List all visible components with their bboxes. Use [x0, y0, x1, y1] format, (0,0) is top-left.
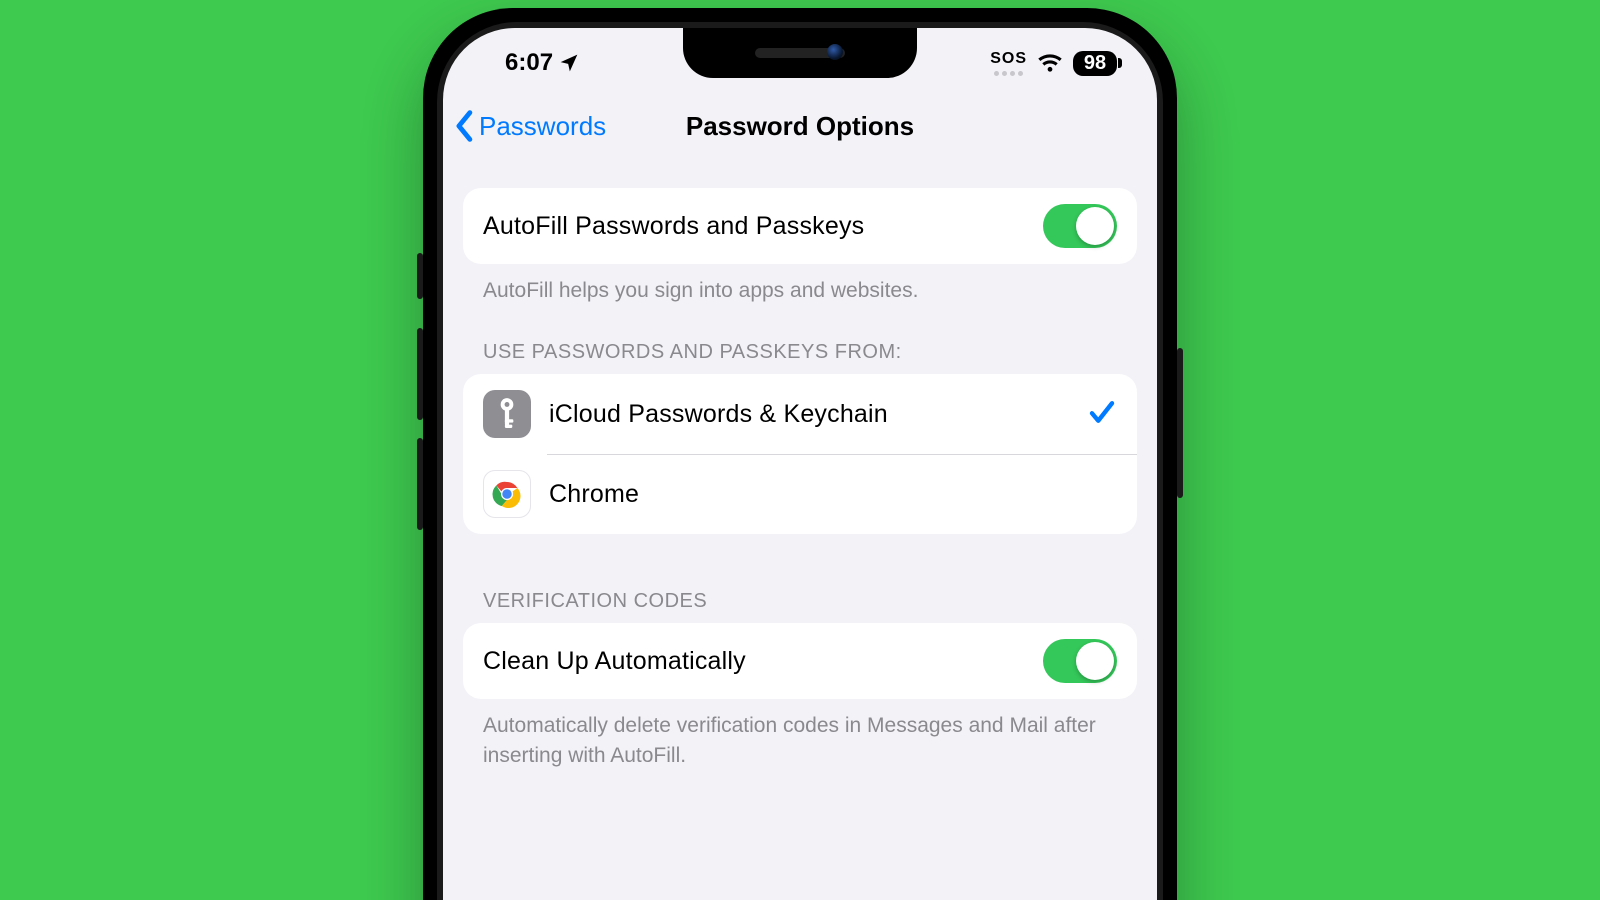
- provider-chrome-row[interactable]: Chrome: [463, 454, 1137, 534]
- verification-group: Clean Up Automatically: [463, 623, 1137, 699]
- autofill-footer: AutoFill helps you sign into apps and we…: [463, 264, 1137, 305]
- silence-switch: [417, 253, 423, 299]
- cleanup-toggle[interactable]: [1043, 639, 1117, 683]
- autofill-group: AutoFill Passwords and Passkeys: [463, 188, 1137, 264]
- provider-chrome-label: Chrome: [549, 480, 1117, 509]
- providers-group: iCloud Passwords & Keychain: [463, 374, 1137, 534]
- check-icon: [1087, 397, 1117, 432]
- volume-down-button: [417, 438, 423, 530]
- provider-icloud-label: iCloud Passwords & Keychain: [549, 400, 1069, 429]
- battery-indicator: 98: [1073, 51, 1117, 76]
- sos-indicator: SOS: [990, 50, 1027, 76]
- location-icon: [559, 53, 579, 73]
- chrome-icon: [483, 470, 531, 518]
- sos-dots: [994, 71, 1023, 76]
- autofill-label: AutoFill Passwords and Passkeys: [483, 212, 1025, 241]
- navigation-bar: Passwords Password Options: [443, 90, 1157, 162]
- back-label: Passwords: [479, 111, 606, 142]
- keychain-icon: [483, 390, 531, 438]
- screen: 6:07 SOS 98: [443, 28, 1157, 900]
- volume-up-button: [417, 328, 423, 420]
- phone-frame: 6:07 SOS 98: [423, 8, 1177, 900]
- status-time: 6:07: [505, 49, 553, 77]
- sos-label: SOS: [990, 50, 1027, 68]
- cleanup-row[interactable]: Clean Up Automatically: [463, 623, 1137, 699]
- autofill-toggle[interactable]: [1043, 204, 1117, 248]
- front-camera: [827, 44, 843, 60]
- page-title: Password Options: [686, 111, 914, 142]
- verification-footer: Automatically delete verification codes …: [463, 699, 1137, 770]
- autofill-row[interactable]: AutoFill Passwords and Passkeys: [463, 188, 1137, 264]
- provider-icloud-row[interactable]: iCloud Passwords & Keychain: [463, 374, 1137, 454]
- verification-header: VERIFICATION CODES: [463, 534, 1137, 623]
- cleanup-label: Clean Up Automatically: [483, 647, 1025, 676]
- power-button: [1177, 348, 1183, 498]
- back-button[interactable]: Passwords: [453, 109, 606, 143]
- notch: [683, 28, 917, 78]
- providers-header: USE PASSWORDS AND PASSKEYS FROM:: [463, 305, 1137, 374]
- chevron-left-icon: [453, 109, 477, 143]
- wifi-icon: [1037, 50, 1063, 76]
